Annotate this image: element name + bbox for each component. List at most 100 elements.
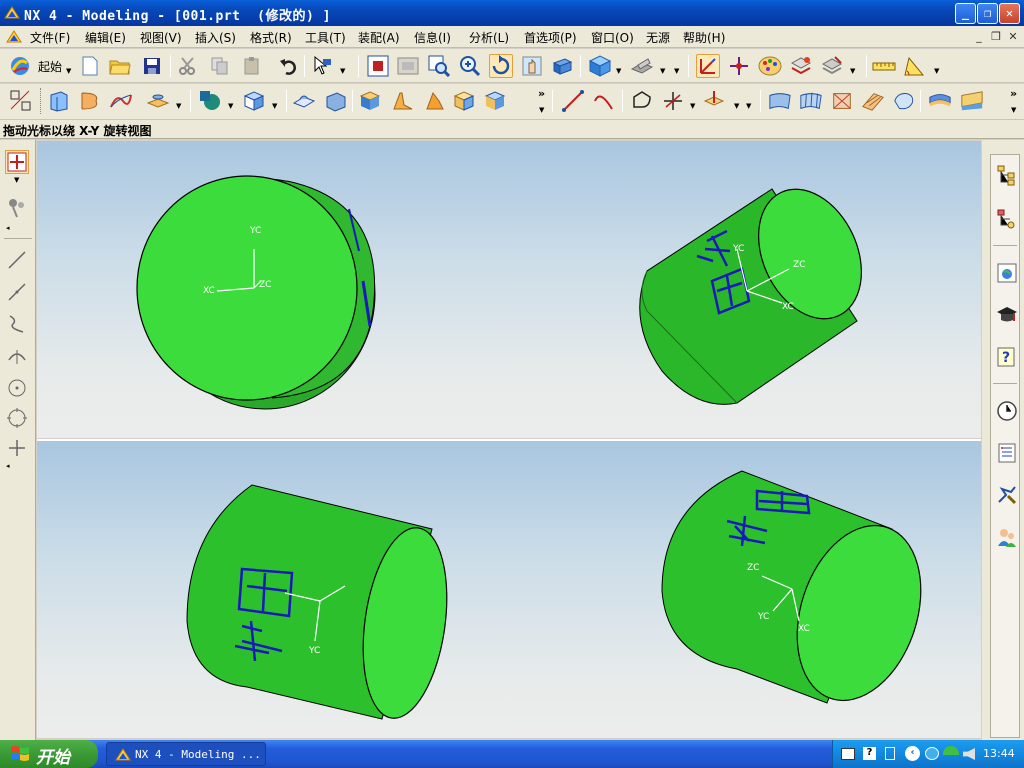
analysis-dropdown-icon[interactable]: ▼ [934, 67, 939, 75]
web-browser-icon[interactable] [994, 259, 1020, 287]
datum-more-dropdown-icon[interactable]: ▼ [746, 102, 751, 110]
menu-window[interactable]: 窗口(O) [591, 29, 634, 46]
menu-edit[interactable]: 编辑(E) [85, 29, 126, 46]
select-filter-icon[interactable] [310, 54, 334, 78]
menu-view[interactable]: 视图(V) [140, 29, 182, 46]
zoom-icon[interactable] [458, 54, 482, 78]
view-orient-icon[interactable] [630, 54, 654, 78]
notify-icon[interactable] [885, 747, 895, 760]
revolve-icon[interactable] [78, 89, 102, 113]
tray-expand-icon[interactable]: ‹ [905, 746, 920, 761]
minimize-button[interactable]: _ [955, 3, 976, 24]
arc-icon[interactable] [592, 89, 616, 113]
maximize-button[interactable]: ❐ [977, 3, 998, 24]
line-icon[interactable] [561, 89, 585, 113]
menu-assembly[interactable]: 装配(A) [358, 29, 400, 46]
wcs-orient-icon[interactable] [696, 54, 720, 78]
chamfer-icon[interactable] [323, 89, 347, 113]
left-toolbar-expand-icon[interactable]: ◂ [6, 224, 10, 232]
cut-icon[interactable] [176, 54, 200, 78]
sew-icon[interactable] [960, 89, 984, 113]
boolean-icon[interactable] [198, 89, 222, 113]
point-tool-icon[interactable] [5, 436, 29, 460]
menu-insert[interactable]: 插入(S) [195, 29, 236, 46]
start-dropdown-icon[interactable]: ▼ [66, 67, 71, 75]
save-icon[interactable] [140, 54, 164, 78]
menu-no-source[interactable]: 无源 [646, 29, 670, 46]
polygon-icon[interactable] [630, 89, 654, 113]
cylinder-body-iso-view[interactable] [639, 173, 882, 405]
help-icon[interactable]: ? [994, 343, 1020, 371]
nx-doc-icon[interactable] [6, 29, 22, 45]
toolbar-more-icon[interactable]: ▼ [674, 67, 679, 75]
start-button[interactable]: 开始 [0, 740, 98, 768]
close-button[interactable]: ✕ [999, 3, 1020, 24]
display-dropdown-icon[interactable]: ▼ [850, 67, 855, 75]
left-toolbar-dropdown-icon[interactable]: ▼ [14, 176, 19, 184]
render-style-dropdown-icon[interactable]: ▼ [616, 67, 621, 75]
umbrella-icon[interactable] [943, 746, 959, 755]
snap-point-icon[interactable] [5, 150, 29, 174]
layer-settings-icon[interactable] [789, 54, 813, 78]
select-dropdown-icon[interactable]: ▼ [340, 67, 345, 75]
pan-icon[interactable] [520, 54, 544, 78]
circle-tool-icon[interactable] [5, 406, 29, 430]
palette-icon[interactable] [758, 54, 782, 78]
measure-angle-icon[interactable] [903, 54, 927, 78]
menu-tools[interactable]: 工具(T) [305, 29, 346, 46]
part-navigator-icon[interactable] [994, 205, 1020, 233]
surface-through-curves-icon[interactable] [768, 89, 792, 113]
circle-center-tool-icon[interactable] [5, 376, 29, 400]
undo-icon[interactable] [276, 54, 300, 78]
open-folder-icon[interactable] [108, 54, 132, 78]
taper-icon[interactable] [421, 89, 445, 113]
tangent-tool-icon[interactable] [5, 344, 29, 368]
datum-dropdown-icon[interactable]: ▼ [734, 102, 739, 110]
extrude-icon[interactable] [47, 89, 71, 113]
assembly-navigator-icon[interactable] [994, 161, 1020, 189]
help-tray-icon[interactable]: ? [863, 747, 876, 760]
selection-tools-icon[interactable] [5, 196, 29, 220]
shaded-cube-icon[interactable] [588, 54, 612, 78]
mesh-surface-icon[interactable] [799, 89, 823, 113]
point-icon[interactable] [661, 89, 685, 113]
menu-format[interactable]: 格式(R) [250, 29, 292, 46]
shell-icon[interactable] [452, 89, 476, 113]
hole-feature-icon[interactable] [146, 89, 170, 113]
thicken-sheet-icon[interactable] [928, 89, 952, 113]
mdi-minimize-button[interactable]: _ [972, 30, 986, 44]
sketch-icon[interactable] [9, 89, 33, 113]
mdi-close-button[interactable]: ✕ [1006, 30, 1020, 44]
history-clock-icon[interactable] [994, 397, 1020, 425]
display-objects-icon[interactable] [820, 54, 844, 78]
toolbar-overflow-2[interactable]: » [1010, 87, 1017, 100]
toolbar-overflow-dropdown-icon[interactable]: ▼ [539, 106, 544, 114]
block-icon[interactable] [242, 89, 266, 113]
menu-info[interactable]: 信息(I) [414, 29, 451, 46]
start-button[interactable]: 起始 [38, 58, 62, 75]
trim-body-icon[interactable] [483, 89, 507, 113]
line-point-tool-icon[interactable] [5, 280, 29, 304]
training-icon[interactable] [994, 301, 1020, 329]
cylinder-body-side-view-left[interactable] [186, 484, 458, 724]
zoom-window-icon[interactable] [427, 54, 451, 78]
taskbar-app-button[interactable]: NX 4 - Modeling ... [106, 742, 266, 766]
boolean-dropdown-icon[interactable]: ▼ [228, 102, 233, 110]
offset-face-icon[interactable] [358, 89, 382, 113]
sweep-icon[interactable] [109, 89, 133, 113]
new-file-icon[interactable] [78, 54, 102, 78]
viewport-top[interactable]: YC XC ZC YC ZC XC [37, 141, 981, 438]
point-dropdown-icon[interactable]: ▼ [690, 102, 695, 110]
ruled-surface-icon[interactable] [861, 89, 885, 113]
copy-icon[interactable] [208, 54, 232, 78]
feature-dropdown-icon[interactable]: ▼ [176, 102, 181, 110]
mdi-restore-button[interactable]: ❐ [989, 30, 1003, 44]
toolbar-overflow-2-dropdown-icon[interactable]: ▼ [1011, 106, 1016, 114]
graphics-window[interactable]: YC XC ZC YC ZC XC YC ZC YC XC [37, 141, 981, 738]
fit-view-icon[interactable] [366, 54, 390, 78]
menu-help[interactable]: 帮助(H) [683, 29, 725, 46]
rotate-view-icon[interactable] [489, 54, 513, 78]
line-tool-icon[interactable] [5, 248, 29, 272]
paste-icon[interactable] [240, 54, 264, 78]
toolbar-grip[interactable] [40, 88, 43, 114]
